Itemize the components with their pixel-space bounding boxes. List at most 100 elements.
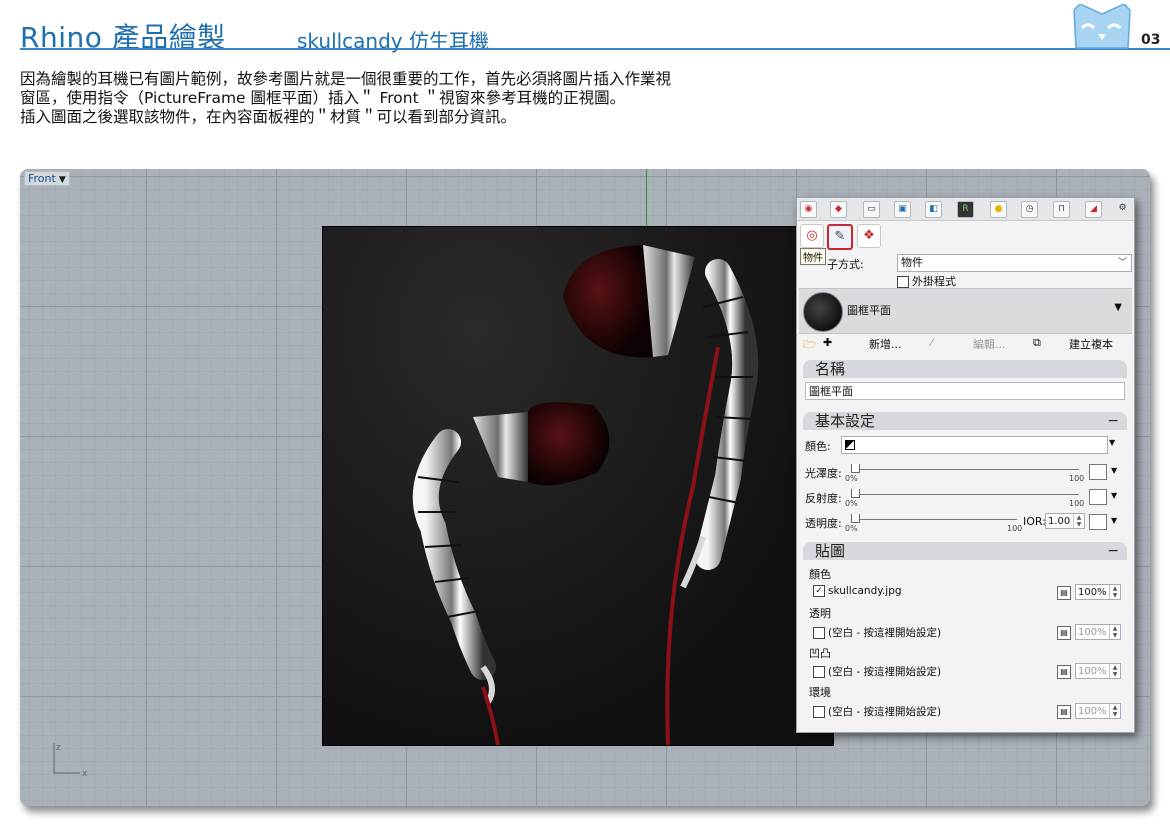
tooltip: 物件 (800, 248, 826, 265)
gloss-slider-row: 光澤度: 0% 100 ▼ (805, 464, 1127, 486)
plugin-checkbox[interactable]: 外掛程式 (897, 273, 956, 289)
map-color-row: ✓ skullcandy.jpg ▤ 100% ▲ ▼ (813, 584, 1129, 601)
map-bump-checkbox[interactable] (813, 666, 825, 678)
dropdown-arrow-icon[interactable]: ▼ (1114, 302, 1122, 313)
reflect-slider-handle[interactable] (851, 489, 860, 498)
collapse-icon[interactable]: − (1107, 412, 1119, 430)
light-tab-icon[interactable]: ● (990, 201, 1007, 218)
map-color-file[interactable]: skullcandy.jpg (828, 585, 902, 597)
material-name-label: 圖框平面 (847, 304, 891, 317)
add-icon[interactable]: ✚ (823, 336, 832, 349)
color-select[interactable] (841, 436, 1108, 454)
map-bump-amount: 100% ▲ ▼ (1075, 663, 1121, 679)
dropdown-arrow-icon[interactable]: ▼ (1111, 491, 1117, 500)
color-label: 顏色: (805, 440, 831, 453)
gloss-slider-handle[interactable] (851, 464, 860, 473)
transp-max: 100 (1007, 524, 1023, 533)
map-env-checkbox[interactable] (813, 706, 825, 718)
object-tab-icon[interactable]: ◉ (800, 201, 817, 218)
texture-browse-icon[interactable]: ▤ (1057, 586, 1071, 600)
map-env-empty[interactable]: (空白 - 按這裡開始設定) (828, 706, 941, 718)
transp-slider[interactable] (851, 519, 1017, 520)
gloss-min: 0% (845, 474, 858, 483)
ground-tab-icon[interactable]: ⊓ (1053, 201, 1070, 218)
earphones-image (412, 245, 759, 745)
gloss-color-box[interactable] (1089, 464, 1107, 480)
spinner-arrows-icon: ▲ ▼ (1109, 704, 1120, 718)
color-wheel-icon[interactable]: ◎ (800, 224, 824, 248)
render-tab-icon[interactable]: ◧ (925, 201, 942, 218)
material-toolbar: 🗁 ✚ 新增... ⁄ 編輯... ⧉ 建立複本 (799, 335, 1132, 353)
gloss-max: 100 (1069, 474, 1085, 483)
name-input[interactable]: 圖框平面 (805, 382, 1125, 400)
intro-line: 窗區，使用指令（PictureFrame 圖框平面）插入＂ Front ＂視窗來… (20, 89, 626, 107)
section-maps-header[interactable]: 貼圖 − (803, 542, 1127, 560)
section-basic-title: 基本設定 (815, 412, 876, 430)
axis-z-label: z (56, 743, 61, 753)
ior-input[interactable]: 1.00 ▲ ▼ (1045, 513, 1085, 529)
duplicate-icon[interactable]: ⧉ (1033, 336, 1041, 350)
map-color-checkbox[interactable]: ✓ (813, 585, 825, 597)
reflect-label: 反射度: (805, 492, 842, 505)
new-material-button[interactable]: 新增... (869, 336, 902, 352)
dropdown-arrow-icon[interactable]: ▼ (1111, 466, 1117, 475)
map-transp-checkbox[interactable] (813, 627, 825, 639)
assign-label: 子方式: (827, 258, 864, 271)
edit-icon: ⁄ (931, 336, 933, 349)
map-transp-amount: 100% ▲ ▼ (1075, 624, 1121, 640)
dropdown-arrow-icon[interactable]: ▼ (1109, 438, 1115, 447)
texture-browse-icon[interactable]: ▤ (1057, 665, 1071, 679)
rg-tab-icon[interactable]: R (957, 201, 974, 218)
texture-browse-icon[interactable]: ▤ (1057, 626, 1071, 640)
section-name-title: 名稱 (815, 360, 846, 378)
page-header: Rhino 產品繪製 skullcandy 仿生耳機 03 (0, 0, 1170, 54)
intro-line: 插入圖面之後選取該物件，在內容面板裡的＂材質＂可以看到部分資訊。 (20, 108, 517, 126)
color-row: 顏色: ▼ (805, 436, 1127, 454)
ior-label: IOR: (1023, 515, 1046, 528)
duplicate-button[interactable]: 建立複本 (1069, 336, 1113, 352)
viewport-name: Front (28, 172, 56, 185)
collapse-icon[interactable]: − (1107, 542, 1119, 560)
texture-browse-icon[interactable]: ▤ (1057, 705, 1071, 719)
plugin-row: 外掛程式 (805, 272, 1127, 288)
transp-color-box[interactable] (1089, 514, 1107, 530)
spinner-arrows-icon[interactable]: ▲ ▼ (1073, 514, 1084, 528)
reflect-slider[interactable] (851, 494, 1079, 495)
chevron-down-icon: ﹀ (1117, 258, 1127, 268)
map-bump-empty[interactable]: (空白 - 按這裡開始設定) (828, 666, 941, 678)
material-selector[interactable]: 圖框平面 ▼ (799, 288, 1132, 334)
display-tab-icon[interactable]: ▭ (863, 201, 880, 218)
checkbox-icon (897, 276, 909, 288)
transp-slider-handle[interactable] (851, 514, 860, 523)
map-color-amount[interactable]: 100% ▲ ▼ (1075, 584, 1121, 600)
viewport-title-tab[interactable]: Front ▼ (24, 171, 70, 186)
environment-tab-icon[interactable]: ▣ (894, 201, 911, 218)
picture-frame-image[interactable] (323, 227, 833, 745)
folder-icon[interactable]: 🗁 (803, 336, 817, 355)
intro-line: 因為繪製的耳機已有圖片範例，故參考圖片就是一個很重要的工作，首先必須將圖片插入作… (20, 70, 672, 88)
section-name-header[interactable]: 名稱 (803, 360, 1127, 378)
dropdown-arrow-icon[interactable]: ▼ (59, 175, 66, 185)
page-number: 03 (1141, 32, 1161, 48)
texture-tab-icon[interactable]: ◢ (1085, 201, 1102, 218)
assign-select[interactable]: 物件 ﹀ (897, 254, 1132, 272)
header-rule (20, 48, 1170, 50)
clock-tab-icon[interactable]: ◷ (1021, 201, 1038, 218)
section-basic-header[interactable]: 基本設定 − (803, 412, 1127, 430)
reflect-color-box[interactable] (1089, 489, 1107, 505)
map-transp-empty[interactable]: (空白 - 按這裡開始設定) (828, 627, 941, 639)
map-env-label: 環境 (809, 686, 831, 699)
transp-label: 透明度: (805, 517, 842, 530)
spinner-arrows-icon[interactable]: ▲ ▼ (1109, 585, 1120, 599)
material-tab-icon[interactable]: ◆ (830, 201, 847, 218)
front-viewport[interactable]: Front ▼ z x ◉ ◆ ▭ ▣ ◧ R ● ◷ ⊓ ◢ ⚙ ◎ ✎ ❖ … (20, 169, 1150, 806)
dropdown-arrow-icon[interactable]: ▼ (1111, 516, 1117, 525)
brush-icon[interactable]: ✎ (827, 224, 853, 250)
map-transp-row: (空白 - 按這裡開始設定) ▤ 100% ▲ ▼ (813, 624, 1129, 641)
map-transp-pct: 100% (1078, 627, 1107, 638)
map-env-pct: 100% (1078, 706, 1107, 717)
gloss-slider[interactable] (851, 469, 1079, 470)
gear-icon[interactable]: ⚙ (1115, 201, 1130, 216)
reflect-max: 100 (1069, 499, 1085, 508)
decal-icon[interactable]: ❖ (857, 224, 881, 248)
